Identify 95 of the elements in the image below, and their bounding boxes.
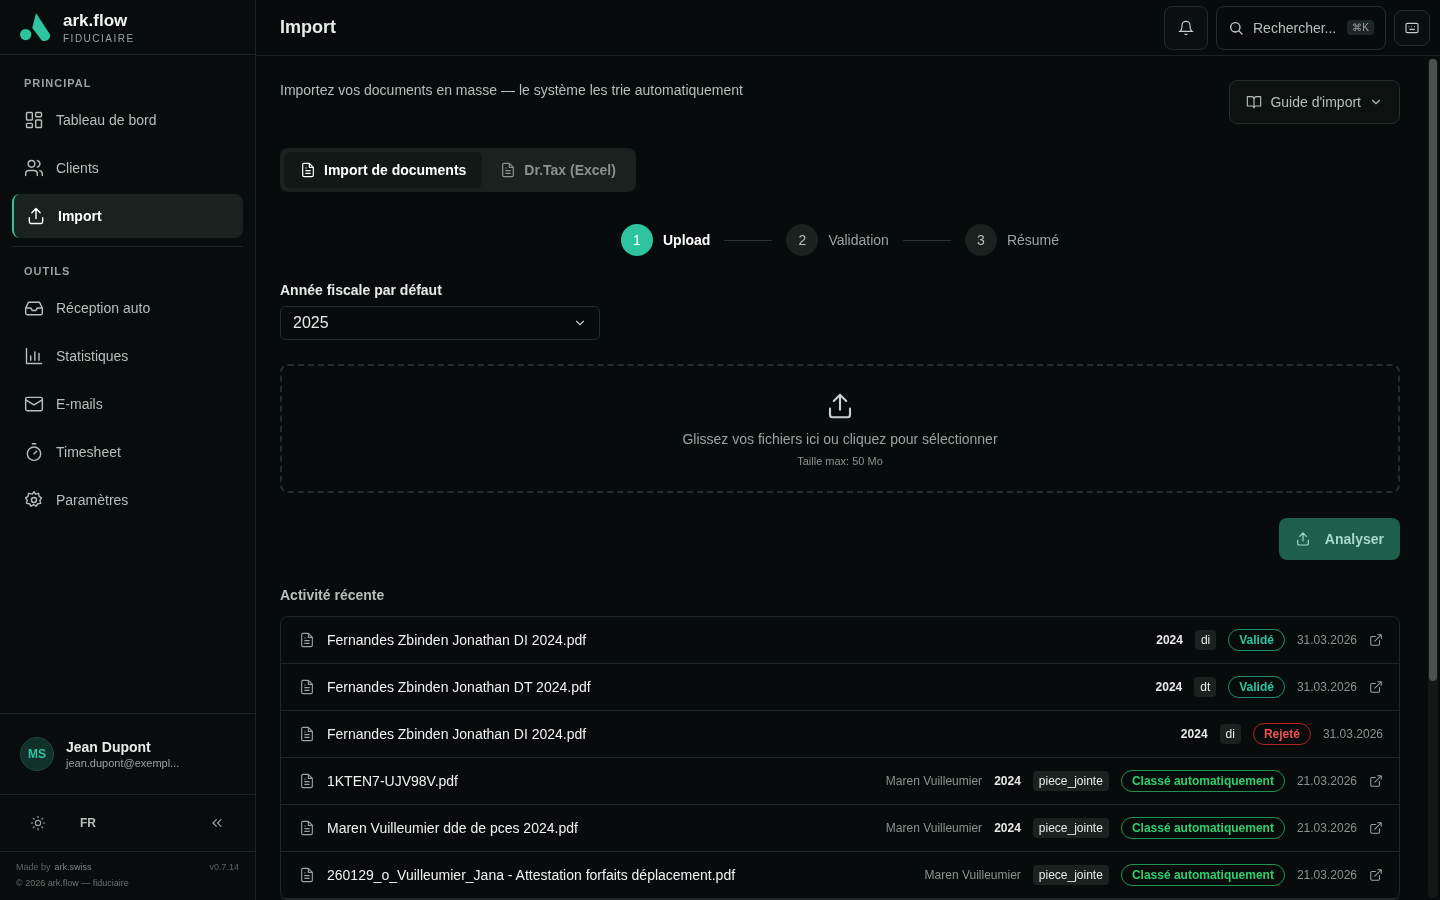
owner-name: Maren Vuilleumier: [924, 868, 1021, 882]
owner-name: Maren Vuilleumier: [885, 774, 983, 788]
sidebar-item[interactable]: Tableau de bord: [12, 98, 243, 142]
type-tag: dt: [1194, 677, 1217, 697]
file-name[interactable]: 1KTEN7-UJV98V.pdf: [327, 773, 458, 789]
bar-chart-icon: [24, 346, 44, 366]
date-text: 21.03.2026: [1296, 868, 1357, 882]
sidebar-item[interactable]: Statistiques: [12, 334, 243, 378]
logo-icon: [19, 12, 53, 42]
made-by-link[interactable]: ark.swiss: [54, 862, 92, 872]
guide-button[interactable]: Guide d'import: [1229, 80, 1400, 124]
section-title: OUTILS: [23, 265, 72, 277]
bell-icon: [1178, 19, 1194, 36]
drop-hint: Taille max: 50 Mo: [797, 454, 883, 467]
intro-text: Importez vos documents en masse — le système les trie automatiquement: [280, 81, 743, 98]
date-text: 31.03.2026: [1296, 633, 1357, 647]
external-link-icon[interactable]: [1369, 774, 1383, 788]
inbox-icon: [24, 298, 44, 318]
sun-icon[interactable]: [30, 815, 46, 831]
tab[interactable]: Import de documents: [284, 152, 483, 188]
stopwatch-icon: [24, 442, 44, 462]
sidebar-item[interactable]: Timesheet: [12, 430, 243, 474]
upload-icon: [26, 206, 46, 226]
copyright-text: © 2026 ark.flow — fiduciaire: [16, 878, 130, 888]
document-icon: [299, 867, 315, 883]
brand-name: ark.flow: [63, 10, 129, 31]
owner-name: Maren Vuilleumier: [885, 821, 983, 835]
year-text: 2024: [994, 821, 1021, 835]
file-name[interactable]: Fernandes Zbinden Jonathan DT 2024.pdf: [327, 679, 591, 695]
user-email: jean.dupont@exempl...: [66, 757, 180, 769]
file-name[interactable]: 260129_o_Vuilleumier_Jana - Attestation forfaits déplacement.pdf: [327, 867, 736, 883]
document-icon: [299, 679, 315, 695]
type-tag: di: [1219, 724, 1241, 744]
sidebar-item[interactable]: E-mails: [12, 382, 243, 426]
date-text: 31.03.2026: [1296, 680, 1357, 694]
date-text: 31.03.2026: [1322, 727, 1383, 741]
date-text: 21.03.2026: [1296, 774, 1357, 788]
step-label: Upload: [662, 232, 711, 248]
file-name[interactable]: Maren Vuilleumier dde de pces 2024.pdf: [327, 820, 578, 836]
document-icon: [299, 632, 315, 648]
external-link-icon[interactable]: [1369, 868, 1383, 882]
file-name[interactable]: Fernandes Zbinden Jonathan DI 2024.pdf: [327, 726, 587, 742]
document-icon: [300, 162, 316, 178]
type-tag: piece_jointe: [1032, 771, 1109, 791]
upload-icon: [1294, 531, 1311, 547]
made-by-text: Made by: [16, 862, 51, 872]
sidebar-item[interactable]: Réception auto: [12, 286, 243, 330]
book-icon: [1246, 94, 1263, 110]
section-title: Activité récente: [280, 587, 386, 603]
language-button[interactable]: FR: [74, 815, 102, 831]
step-label: Validation: [828, 232, 889, 248]
keyboard-button[interactable]: [1394, 9, 1430, 46]
document-icon: [500, 162, 517, 178]
notifications-button[interactable]: [1164, 5, 1208, 50]
settings-icon: [24, 490, 44, 510]
type-tag: piece_jointe: [1032, 865, 1109, 885]
year-text: 2024: [994, 774, 1021, 788]
file-name[interactable]: Fernandes Zbinden Jonathan DI 2024.pdf: [327, 632, 587, 648]
user-name: Jean Dupont: [66, 739, 152, 755]
type-tag: di: [1194, 630, 1217, 650]
external-link-icon[interactable]: [1369, 680, 1383, 694]
type-tag: piece_jointe: [1032, 818, 1109, 838]
step-number: 3: [964, 224, 997, 256]
document-icon: [299, 773, 315, 789]
external-link-icon[interactable]: [1369, 821, 1383, 835]
grid-icon: [24, 110, 44, 130]
year-text: 2024: [1155, 680, 1183, 694]
year-text: 2024: [1180, 727, 1208, 741]
sidebar-item[interactable]: Import: [12, 194, 243, 238]
date-text: 21.03.2026: [1296, 821, 1357, 835]
fiscal-year-select[interactable]: 2025: [280, 306, 600, 341]
field-label: Année fiscale par défaut: [280, 282, 443, 298]
sidebar-item[interactable]: Clients: [12, 146, 243, 190]
document-icon: [299, 726, 315, 742]
analyze-button[interactable]: Analyser: [1278, 518, 1400, 560]
document-icon: [299, 820, 315, 836]
tab[interactable]: Dr.Tax (Excel): [484, 152, 632, 188]
year-text: 2024: [1156, 633, 1183, 647]
shortcut-badge: ⌘K: [1347, 19, 1374, 35]
scrollbar[interactable]: [1428, 58, 1438, 898]
step-label: Résumé: [1006, 232, 1059, 248]
external-link-icon[interactable]: [1369, 633, 1383, 647]
section-title: PRINCIPAL: [23, 77, 93, 89]
search-icon: [1228, 19, 1244, 36]
version-text: v0.7.14: [209, 862, 239, 872]
avatar: MS: [20, 737, 54, 771]
step-number: 1: [620, 224, 653, 256]
users-icon: [24, 158, 44, 178]
drop-zone[interactable]: Glissez vos fichiers ici ou cliquez pour sélectionner Taille max: 50 Mo: [280, 364, 1400, 493]
drop-text: Glissez vos fichiers ici ou cliquez pour sélectionner: [682, 430, 998, 447]
mail-icon: [24, 394, 44, 414]
brand-subtitle: FIDUCIAIRE: [63, 32, 135, 44]
page-title: Import: [280, 17, 337, 38]
step-number: 2: [786, 224, 819, 256]
sidebar-item[interactable]: Paramètres: [12, 478, 243, 522]
